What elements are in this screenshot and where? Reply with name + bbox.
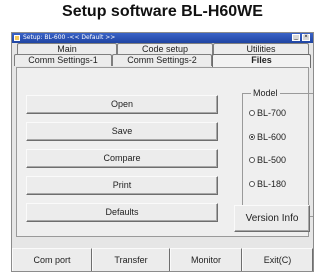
- tab-comm-settings-1[interactable]: Comm Settings-1: [14, 54, 112, 66]
- tab-comm-settings-2[interactable]: Comm Settings-2: [112, 54, 212, 66]
- app-icon: [14, 35, 20, 41]
- window-title: Setup: BL-600 -<< Default >>: [23, 34, 116, 41]
- setup-window: Setup: BL-600 -<< Default >> _ × Main Co…: [11, 32, 314, 272]
- tab-files[interactable]: Files: [212, 54, 311, 68]
- radio-selected-icon: [249, 133, 255, 140]
- bottom-toolbar: Com port Transfer Monitor Exit(C): [12, 248, 313, 271]
- monitor-button[interactable]: Monitor: [170, 248, 242, 271]
- open-button[interactable]: Open: [26, 95, 218, 114]
- title-bar: Setup: BL-600 -<< Default >> _ ×: [12, 33, 313, 43]
- radio-bl-500[interactable]: BL-500: [249, 155, 286, 166]
- close-button[interactable]: ×: [302, 34, 310, 41]
- radio-unselected-icon: [249, 180, 255, 187]
- page-caption: Setup software BL-H60WE: [62, 3, 263, 20]
- close-icon: ×: [304, 34, 308, 40]
- version-info-button[interactable]: Version Info: [234, 205, 310, 232]
- print-button[interactable]: Print: [26, 176, 218, 195]
- minimize-icon: _: [294, 34, 298, 40]
- radio-label: BL-700: [257, 108, 287, 118]
- compare-button[interactable]: Compare: [26, 149, 218, 168]
- save-button[interactable]: Save: [26, 122, 218, 141]
- transfer-button[interactable]: Transfer: [92, 248, 170, 271]
- exit-button[interactable]: Exit(C): [242, 248, 313, 271]
- minimize-button[interactable]: _: [292, 34, 300, 41]
- com-port-button[interactable]: Com port: [12, 248, 92, 271]
- radio-label: BL-500: [257, 155, 287, 165]
- radio-label: BL-180: [257, 179, 287, 189]
- defaults-button[interactable]: Defaults: [26, 203, 218, 222]
- radio-bl-600[interactable]: BL-600: [249, 132, 286, 143]
- radio-unselected-icon: [249, 156, 255, 163]
- radio-bl-180[interactable]: BL-180: [249, 179, 286, 190]
- radio-unselected-icon: [249, 109, 255, 116]
- model-legend: Model: [251, 88, 280, 99]
- radio-bl-700[interactable]: BL-700: [249, 108, 286, 119]
- radio-label: BL-600: [257, 132, 287, 142]
